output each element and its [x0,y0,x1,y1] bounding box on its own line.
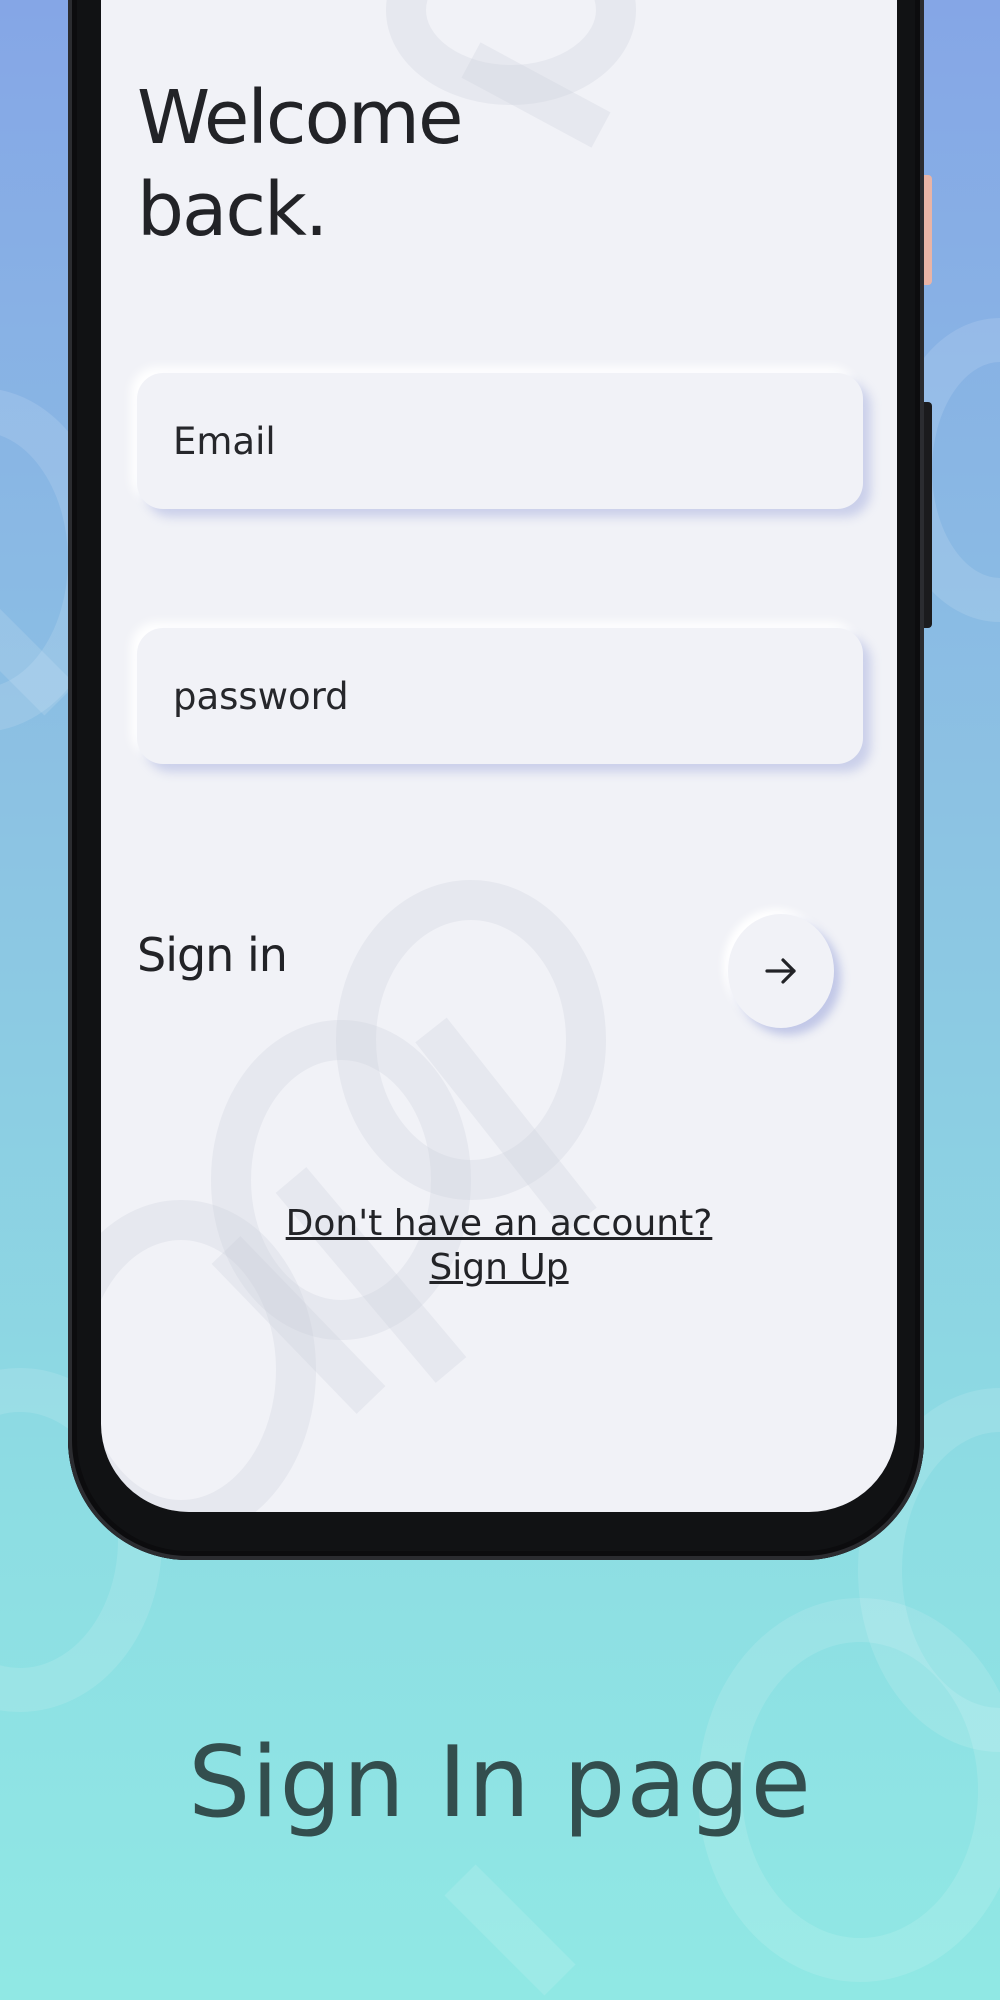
sign-in-submit-button[interactable] [728,914,834,1028]
email-field[interactable] [137,373,863,509]
phone-side-button-top [924,175,932,285]
phone-screen: Welcome back. Sign in Don't have an acco… [101,0,897,1512]
sign-in-label: Sign in [137,928,288,982]
no-account-link[interactable]: Don't have an account? [101,1202,897,1246]
welcome-heading: Welcome back. [137,75,463,253]
page-caption: Sign In page [188,1726,812,1840]
password-field[interactable] [137,628,863,764]
phone-side-button [924,402,932,628]
arrow-right-icon [765,958,796,984]
sign-up-link[interactable]: Sign Up [101,1246,897,1290]
